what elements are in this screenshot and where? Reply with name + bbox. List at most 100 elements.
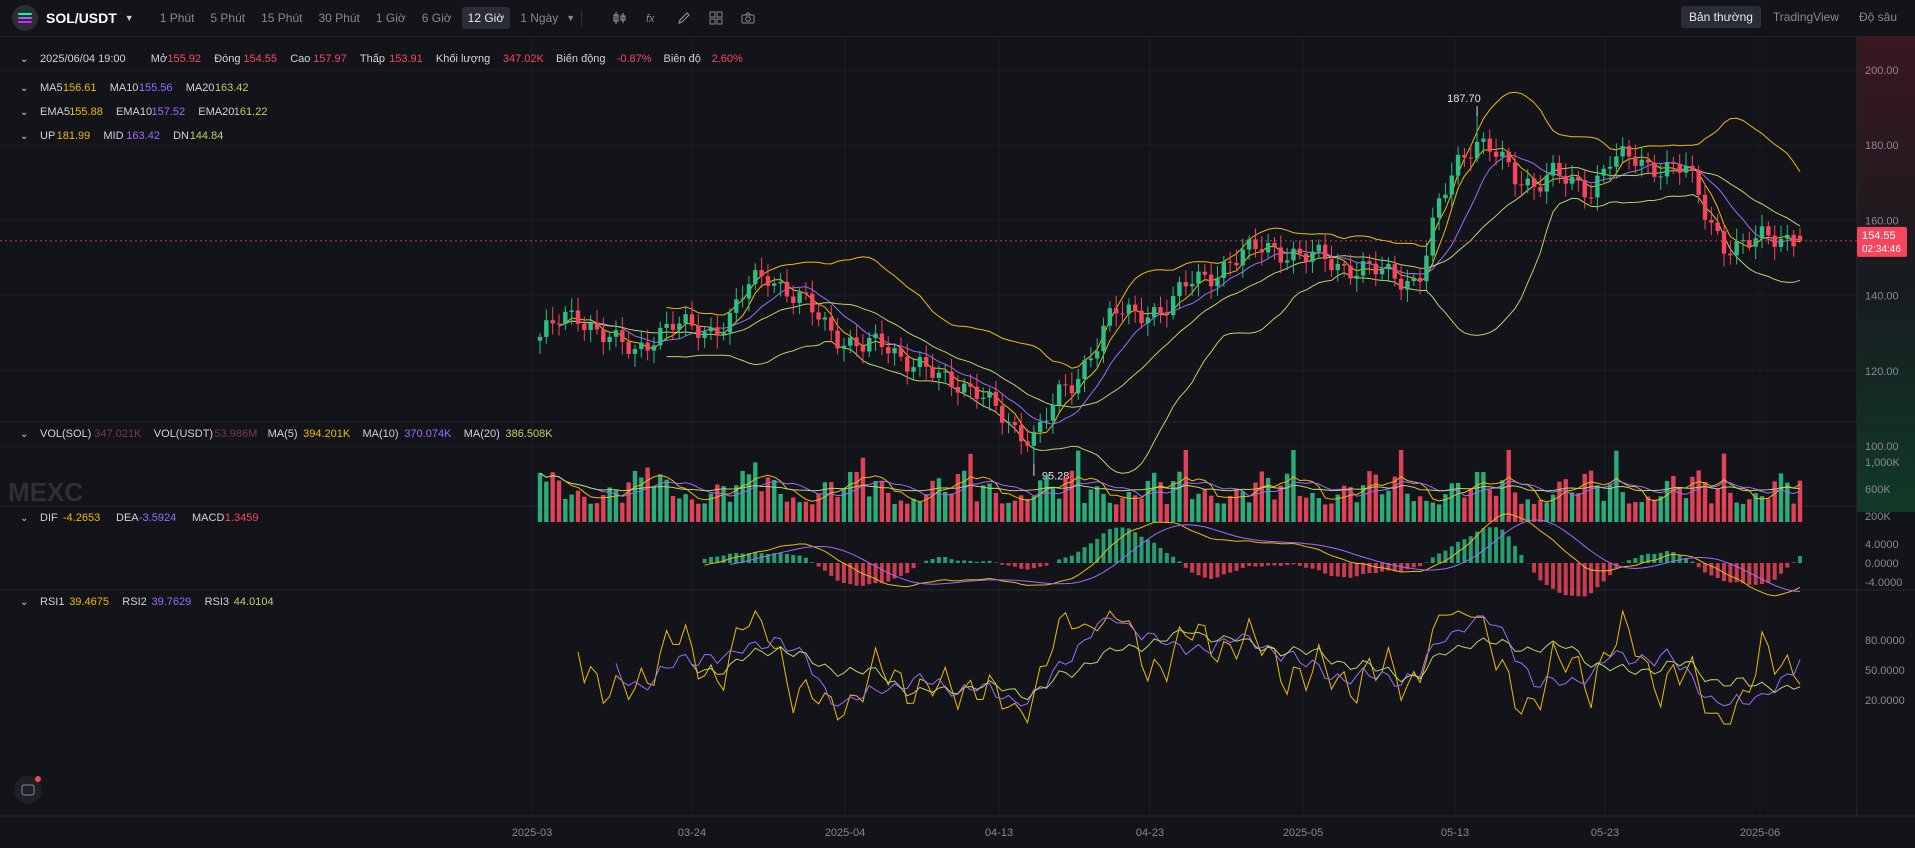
rsi-value: 39.4675 — [69, 596, 109, 608]
macd-bar — [911, 563, 916, 569]
volume-bar — [753, 462, 758, 522]
view-tabs: Bản thường TradingView Độ sâu — [1677, 6, 1905, 28]
ema-value: 161.22 — [234, 106, 268, 118]
candle — [1576, 171, 1581, 192]
macd-bar — [1513, 546, 1518, 563]
macd-bar — [1221, 563, 1226, 575]
price-chart[interactable]: MEXC 187.7095.28 154.55 02:34:46 200.00 18… — [0, 36, 1915, 848]
interval-tab-3[interactable]: 30 Phút — [312, 7, 365, 29]
interval-tab-7[interactable]: 1 Ngày — [514, 7, 564, 29]
macd-bar — [1171, 556, 1176, 563]
ohlc-value: 154.55 — [243, 53, 277, 65]
macd-bar — [810, 562, 815, 563]
macd-tick: -4.0000 — [1865, 577, 1902, 589]
candle — [677, 316, 682, 339]
volume-bar — [1474, 471, 1480, 522]
volume-bar — [1747, 499, 1752, 522]
countdown-value: 02:34:46 — [1862, 244, 1901, 255]
macd-bar — [721, 555, 726, 563]
interval-tab-1[interactable]: 5 Phút — [204, 7, 251, 29]
macd-bar — [1038, 563, 1043, 567]
candle — [1683, 152, 1689, 178]
volume-bar — [917, 502, 923, 522]
candle — [620, 317, 625, 355]
volume-bar — [582, 496, 587, 522]
candle — [1785, 224, 1790, 252]
interval-tab-0[interactable]: 1 Phút — [154, 7, 201, 29]
candle — [1170, 286, 1176, 320]
ohlc-label: Thấp — [360, 53, 385, 65]
view-tab-1[interactable]: TradingView — [1765, 6, 1847, 28]
candle — [917, 351, 923, 377]
candle — [1550, 155, 1556, 187]
volume-bar — [854, 471, 859, 522]
interval-tab-6[interactable]: 12 Giờ — [461, 7, 511, 29]
macd-bar — [936, 557, 941, 563]
candle — [955, 375, 961, 406]
volume-bar — [911, 498, 916, 522]
volume-bar — [1436, 504, 1442, 522]
candle — [1487, 129, 1492, 162]
volume-bar — [1056, 498, 1062, 522]
candle-type-icon[interactable] — [610, 8, 630, 28]
view-tab-0[interactable]: Bản thường — [1680, 6, 1761, 28]
vol-label: MA(20) — [464, 428, 500, 440]
indicator-fx-icon[interactable]: fx — [642, 8, 662, 28]
macd-bar — [1570, 563, 1575, 596]
draw-pen-icon[interactable] — [674, 8, 694, 28]
boll-value: 181.99 — [57, 130, 91, 142]
rsi-tick: 50.0000 — [1865, 665, 1905, 677]
macd-bar — [1462, 539, 1467, 563]
macd-bar — [1190, 563, 1195, 573]
vol-value: 53.986M — [215, 428, 258, 440]
macd-bar — [1152, 542, 1157, 563]
candle — [651, 336, 657, 364]
candle — [702, 326, 707, 348]
alert-button[interactable] — [14, 776, 42, 804]
candle — [1582, 170, 1587, 209]
candle — [1297, 240, 1302, 260]
volume-bar — [860, 457, 866, 522]
candle — [1215, 266, 1220, 296]
candle — [740, 285, 745, 308]
volume-bar — [936, 478, 942, 522]
view-tab-2[interactable]: Độ sâu — [1851, 6, 1905, 28]
legend-toggle-icon: ⌄ — [20, 429, 28, 440]
macd-bar — [702, 558, 707, 563]
rsi-tick: 20.0000 — [1865, 695, 1905, 707]
candle — [1544, 162, 1549, 204]
macd-bar — [797, 555, 802, 563]
time-tick: 2025-05 — [1283, 827, 1323, 839]
chevron-down-icon[interactable]: ▼ — [125, 13, 134, 23]
camera-icon[interactable] — [738, 8, 758, 28]
volume-bar — [544, 481, 549, 522]
volume-bar — [1316, 498, 1321, 522]
volume-bar — [1329, 503, 1334, 522]
candle — [1050, 393, 1056, 434]
interval-tab-4[interactable]: 1 Giờ — [370, 7, 412, 29]
candle — [1284, 247, 1290, 271]
candle — [1753, 225, 1758, 260]
candle — [1696, 165, 1701, 204]
symbol-selector[interactable]: SOL/USDT — [46, 10, 117, 26]
ohlc-label: Cao — [290, 53, 310, 65]
candle — [968, 374, 973, 400]
candle — [664, 311, 669, 341]
candle — [1316, 239, 1321, 259]
price-tick: 100.00 — [1865, 441, 1899, 453]
volume-bar — [1664, 481, 1670, 522]
vol-tick: 600K — [1865, 484, 1891, 496]
macd-bar — [1753, 563, 1758, 585]
interval-tab-2[interactable]: 15 Phút — [255, 7, 308, 29]
current-price-value: 154.55 — [1862, 230, 1896, 242]
interval-tab-5[interactable]: 6 Giờ — [416, 7, 458, 29]
volume-bar — [1569, 492, 1575, 522]
interval-dropdown-icon[interactable]: ▼ — [566, 13, 575, 29]
volume-bar — [1227, 495, 1233, 522]
rsi-panel — [577, 609, 1801, 725]
volume-bar — [1595, 485, 1600, 522]
macd-bar — [1601, 563, 1606, 582]
layout-grid-icon[interactable] — [706, 8, 726, 28]
volume-bar — [1468, 488, 1473, 522]
candle — [1006, 413, 1011, 434]
